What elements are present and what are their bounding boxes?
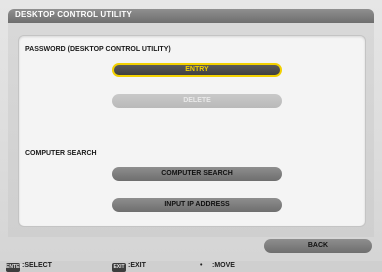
entry-button[interactable]: ENTRY <box>112 63 282 77</box>
exit-hint: :EXIT <box>128 262 146 269</box>
exit-key-icon: EXIT <box>112 263 126 272</box>
utility-window: DESKTOP CONTROL UTILITY PASSWORD (DESKTO… <box>0 0 382 272</box>
status-bar: ENTER :SELECT EXIT :EXIT • :MOVE <box>0 261 382 272</box>
computer-search-section-label: COMPUTER SEARCH <box>25 150 97 157</box>
computer-search-button[interactable]: COMPUTER SEARCH <box>112 167 282 181</box>
enter-key-icon: ENTER <box>6 263 23 272</box>
select-hint: :SELECT <box>22 262 52 269</box>
move-hint: :MOVE <box>212 262 235 269</box>
back-button[interactable]: BACK <box>264 239 372 253</box>
title-bar: DESKTOP CONTROL UTILITY <box>8 9 374 23</box>
move-arrows-icon: • <box>200 262 203 269</box>
settings-area: PASSWORD (DESKTOP CONTROL UTILITY) ENTRY… <box>18 35 366 227</box>
window-title: DESKTOP CONTROL UTILITY <box>15 10 133 19</box>
input-ip-address-button[interactable]: INPUT IP ADDRESS <box>112 198 282 212</box>
main-panel: PASSWORD (DESKTOP CONTROL UTILITY) ENTRY… <box>8 23 374 253</box>
password-section-label: PASSWORD (DESKTOP CONTROL UTILITY) <box>25 46 171 53</box>
delete-button[interactable]: DELETE <box>112 94 282 108</box>
